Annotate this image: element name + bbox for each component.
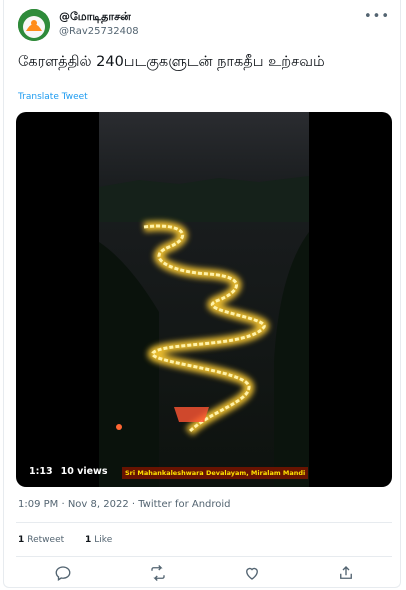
like-icon[interactable] <box>243 564 261 582</box>
tweet-timestamp[interactable]: 1:09 PM · Nov 8, 2022 · Twitter for Andr… <box>18 499 231 510</box>
retweet-stat[interactable]: 1 Retweet <box>18 535 64 545</box>
share-icon[interactable] <box>337 564 355 582</box>
tweet-stats: 1 Retweet 1 Like <box>18 535 130 545</box>
video-caption: Sri Mahankaleshwara Devalayam, Miralam M… <box>122 467 309 479</box>
translate-tweet-link[interactable]: Translate Tweet <box>18 92 88 102</box>
party-logo-icon <box>18 9 50 41</box>
video-meta: 1:13 10 views <box>29 466 116 477</box>
avatar[interactable] <box>18 9 50 41</box>
divider <box>16 522 392 523</box>
reply-icon[interactable] <box>54 564 72 582</box>
tweet-text: கேரளத்தில் 240படகுகளுடன் நாகதீப உற்சவம் <box>18 54 325 70</box>
tweet-card: @மோடிதாசன் @Rav25732408 ••• கேரளத்தில் 2… <box>3 0 401 588</box>
video-views: 10 views <box>60 466 108 477</box>
action-bar <box>4 564 402 584</box>
video-frame <box>99 112 309 487</box>
retweet-icon[interactable] <box>149 564 167 582</box>
more-horizontal-icon[interactable]: ••• <box>364 9 390 24</box>
user-handle[interactable]: @Rav25732408 <box>59 26 139 37</box>
like-stat[interactable]: 1 Like <box>85 535 112 545</box>
divider <box>16 556 392 557</box>
display-name[interactable]: @மோடிதாசன் <box>59 10 131 25</box>
video-duration: 1:13 <box>29 466 53 477</box>
video-player[interactable]: 1:13 10 views Sri Mahankaleshwara Devalay… <box>16 112 392 487</box>
